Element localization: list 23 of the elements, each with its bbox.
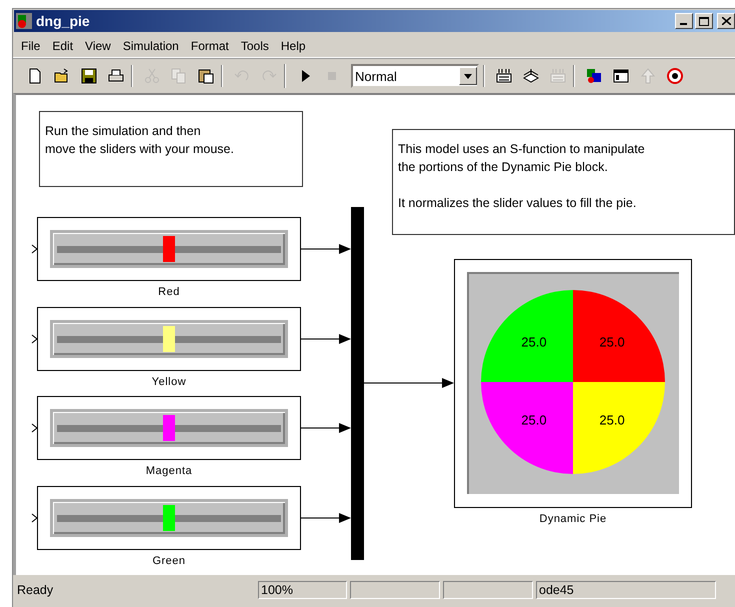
block-label: Green xyxy=(152,555,186,567)
menu-item[interactable]: Help xyxy=(274,39,312,53)
menu-item[interactable]: File xyxy=(15,39,46,53)
annotation-note: This model uses an S-function to manipulate the portions of the Dynamic Pie block. It normalizes the slider values to fill the pie. xyxy=(392,129,735,235)
block-label: Dynamic Pie xyxy=(539,513,607,525)
block-label: Red xyxy=(158,286,180,298)
slice-value-label: 25.0 xyxy=(521,334,547,350)
mode-dropdown[interactable]: Normal xyxy=(351,64,479,88)
annotation-note: Run the simulation and then move the sliders with your mouse. xyxy=(39,111,303,187)
menu-item[interactable]: Edit xyxy=(46,39,80,53)
window-title: dng_pie xyxy=(36,13,91,29)
menu-item[interactable]: Format xyxy=(184,39,235,53)
zoom-level: 100% xyxy=(258,581,347,599)
status-message: Ready xyxy=(16,582,54,599)
menu-item[interactable]: Tools xyxy=(234,39,275,53)
menu-item[interactable]: View xyxy=(79,39,117,53)
slice-value-label: 25.0 xyxy=(521,412,547,428)
slice-value-label: 25.0 xyxy=(599,412,625,428)
solver-name: ode45 xyxy=(536,581,716,599)
menu-item[interactable]: Simulation xyxy=(116,39,185,53)
block-label: Magenta xyxy=(146,465,192,477)
block-label: Yellow xyxy=(152,376,186,388)
slice-value-label: 25.0 xyxy=(599,334,625,350)
